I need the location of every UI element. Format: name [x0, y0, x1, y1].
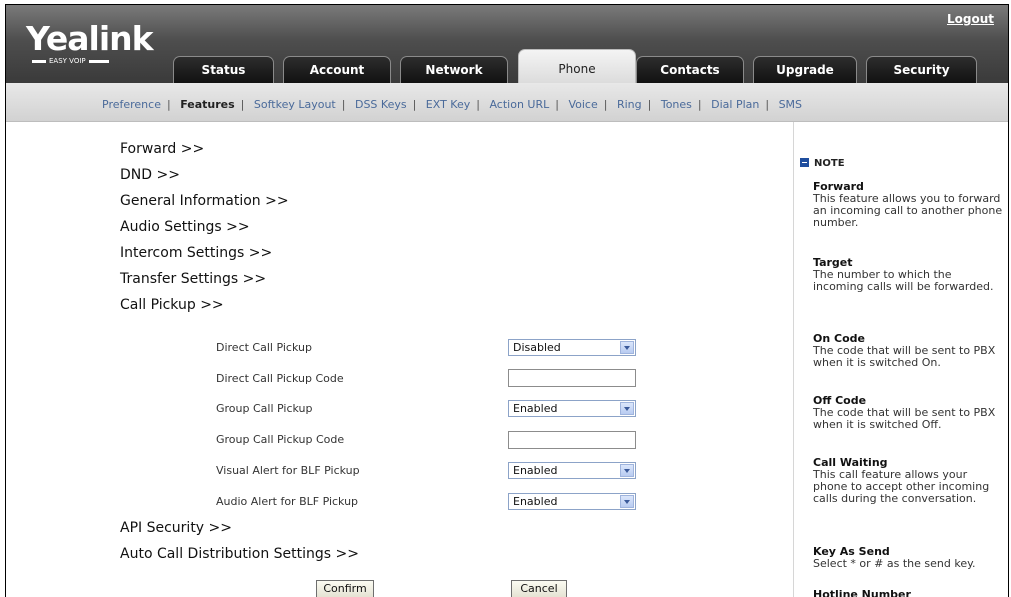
group-call-pickup-code-input[interactable]	[508, 431, 636, 449]
features-panel: Forward >> DND >> General Information >>…	[89, 122, 794, 597]
header-bar: Yealink EASY VOIP Logout Status Account …	[6, 5, 1008, 83]
audio-alert-blf-value: Enabled	[513, 495, 558, 508]
direct-call-pickup-select[interactable]: Disabled	[508, 339, 636, 356]
group-call-pickup-select[interactable]: Enabled	[508, 400, 636, 417]
note-heading: NOTE	[800, 157, 845, 169]
section-transfer-settings[interactable]: Transfer Settings >>	[120, 271, 266, 287]
direct-call-pickup-label: Direct Call Pickup	[216, 341, 312, 354]
section-call-pickup[interactable]: Call Pickup >>	[120, 297, 224, 313]
subnav-features[interactable]: Features	[180, 98, 234, 111]
note-desc: The code that will be sent to PBX when i…	[813, 344, 996, 369]
left-margin	[6, 122, 89, 597]
subnav-preference[interactable]: Preference	[102, 98, 161, 111]
logout-link[interactable]: Logout	[947, 12, 994, 26]
note-desc: Select * or # as the send key.	[813, 557, 976, 570]
subnav-action-url[interactable]: Action URL	[489, 98, 549, 111]
audio-alert-blf-select[interactable]: Enabled	[508, 493, 636, 510]
tab-phone[interactable]: Phone	[518, 49, 636, 83]
main-tabs: Status Account Network Phone Contacts Up…	[173, 49, 1008, 83]
note-desc: The number to which the incoming calls w…	[813, 268, 994, 293]
audio-alert-blf-label: Audio Alert for BLF Pickup	[216, 495, 359, 508]
section-dnd[interactable]: DND >>	[120, 167, 180, 183]
tab-contacts[interactable]: Contacts	[636, 56, 744, 83]
note-desc: This call feature allows your phone to a…	[813, 468, 990, 505]
logo-tagline: EASY VOIP	[32, 57, 150, 66]
chevron-down-icon[interactable]	[620, 495, 634, 508]
sub-navigation: Preference | Features | Softkey Layout | DS…	[6, 83, 1008, 122]
section-auto-call-distribution[interactable]: Auto Call Distribution Settings >>	[120, 546, 359, 562]
yealink-logo: Yealink	[26, 19, 154, 58]
note-panel: NOTE Forward This feature allows you to …	[794, 122, 1008, 597]
group-call-pickup-value: Enabled	[513, 402, 558, 415]
tab-account[interactable]: Account	[283, 56, 391, 83]
tab-network[interactable]: Network	[400, 56, 508, 83]
group-call-pickup-code-label: Group Call Pickup Code	[216, 433, 345, 446]
note-item-on-code: On Code The code that will be sent to PB…	[813, 333, 1003, 369]
tab-status[interactable]: Status	[173, 56, 274, 83]
note-heading-text: NOTE	[814, 158, 845, 169]
chevron-down-icon[interactable]	[620, 402, 634, 415]
app-frame: Yealink EASY VOIP Logout Status Account …	[5, 4, 1009, 597]
visual-alert-blf-select[interactable]: Enabled	[508, 462, 636, 479]
note-desc: The code that will be sent to PBX when i…	[813, 406, 996, 431]
direct-call-pickup-value: Disabled	[513, 341, 561, 354]
direct-call-pickup-code-label: Direct Call Pickup Code	[216, 372, 344, 385]
logo-tagline-text: EASY VOIP	[49, 57, 86, 65]
direct-call-pickup-code-input[interactable]	[508, 369, 636, 387]
note-item-target: Target The number to which the incoming …	[813, 257, 1003, 293]
cancel-button[interactable]: Cancel	[511, 580, 567, 597]
subnav-ext-key[interactable]: EXT Key	[426, 98, 470, 111]
visual-alert-blf-value: Enabled	[513, 464, 558, 477]
group-call-pickup-label: Group Call Pickup	[216, 402, 313, 415]
subnav-softkey-layout[interactable]: Softkey Layout	[254, 98, 336, 111]
tab-security[interactable]: Security	[866, 56, 977, 83]
subnav-ring[interactable]: Ring	[617, 98, 642, 111]
subnav-tones[interactable]: Tones	[661, 98, 692, 111]
confirm-button[interactable]: Confirm	[316, 580, 374, 597]
chevron-down-icon[interactable]	[620, 341, 634, 354]
subnav-sms[interactable]: SMS	[779, 98, 802, 111]
note-item-off-code: Off Code The code that will be sent to P…	[813, 395, 1003, 431]
note-desc: This feature allows you to forward an in…	[813, 192, 1003, 229]
section-forward[interactable]: Forward >>	[120, 141, 204, 157]
chevron-down-icon[interactable]	[620, 464, 634, 477]
section-api-security[interactable]: API Security >>	[120, 520, 232, 536]
visual-alert-blf-label: Visual Alert for BLF Pickup	[216, 464, 360, 477]
section-general-information[interactable]: General Information >>	[120, 193, 289, 209]
note-item-call-waiting: Call Waiting This call feature allows yo…	[813, 457, 1003, 505]
note-item-key-as-send: Key As Send Select * or # as the send ke…	[813, 546, 1003, 570]
tab-upgrade[interactable]: Upgrade	[753, 56, 857, 83]
section-intercom-settings[interactable]: Intercom Settings >>	[120, 245, 272, 261]
subnav-voice[interactable]: Voice	[568, 98, 597, 111]
subnav-dial-plan[interactable]: Dial Plan	[711, 98, 759, 111]
collapse-icon[interactable]	[800, 157, 809, 167]
note-item-forward: Forward This feature allows you to forwa…	[813, 181, 1003, 229]
section-audio-settings[interactable]: Audio Settings >>	[120, 219, 250, 235]
subnav-dss-keys[interactable]: DSS Keys	[355, 98, 407, 111]
